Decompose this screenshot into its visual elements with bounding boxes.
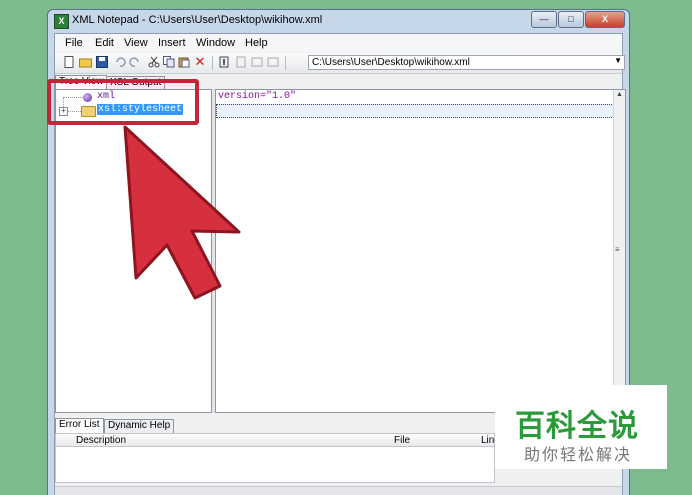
watermark-tagline: 助你轻松解决 [524,447,633,464]
watermark: 百科全说 助你轻松解决 [495,385,667,469]
watermark-brand: 百科全说 [515,410,639,443]
